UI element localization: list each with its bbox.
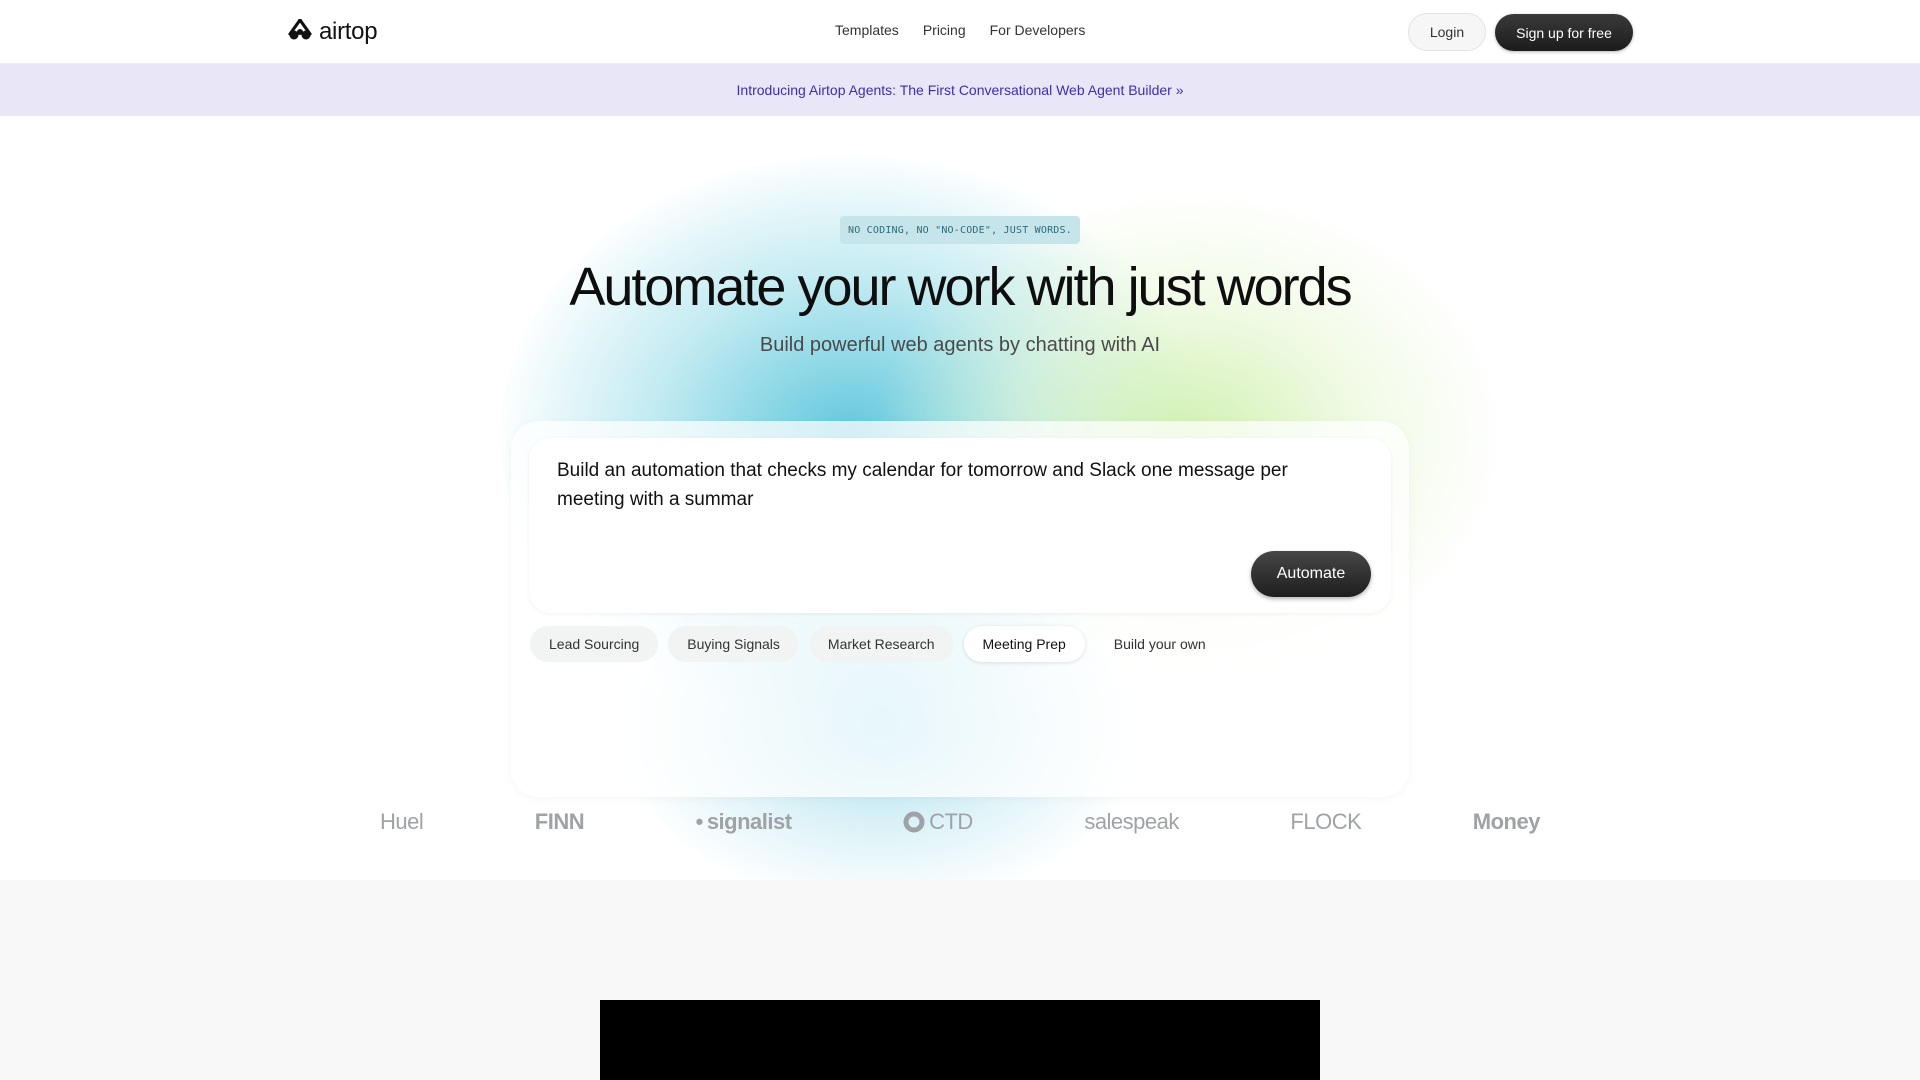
logo-flock: FLOCK <box>1290 809 1362 834</box>
logo-money: Money <box>1472 809 1541 834</box>
automate-button[interactable]: Automate <box>1251 551 1371 597</box>
hero-tagline-badge: NO CODING, NO "NO-CODE", JUST WORDS. <box>840 216 1080 244</box>
logo-salespeak: salespeak <box>1084 809 1179 834</box>
site-header: airtop Templates Pricing For Developers … <box>0 0 1920 64</box>
airtop-logo[interactable]: airtop <box>287 17 378 46</box>
logo-signalist-text: signalist <box>706 809 792 834</box>
logo-huel: Huel <box>380 809 424 834</box>
ctd-mark-icon <box>903 811 925 833</box>
logo-ctd: CTD <box>903 809 973 835</box>
logo-finn: FINN <box>534 809 585 834</box>
chip-lead-sourcing[interactable]: Lead Sourcing <box>530 626 659 662</box>
template-chips: Lead Sourcing Buying Signals Market Rese… <box>530 626 1225 662</box>
chip-buying-signals[interactable]: Buying Signals <box>668 626 799 662</box>
hero-headline: Automate your work with just words <box>569 257 1352 317</box>
demo-video[interactable] <box>600 1000 1320 1080</box>
signup-button[interactable]: Sign up for free <box>1495 14 1633 51</box>
hero-subheadline: Build powerful web agents by chatting wi… <box>759 334 1161 356</box>
announcement-banner: Introducing Airtop Agents: The First Con… <box>0 64 1920 116</box>
logo-signalist: • signalist <box>696 809 792 835</box>
login-button[interactable]: Login <box>1408 13 1486 51</box>
chip-market-research[interactable]: Market Research <box>808 626 954 662</box>
logo-text: airtop <box>319 18 378 45</box>
nav-link-templates[interactable]: Templates <box>835 22 899 38</box>
main-nav: Templates Pricing For Developers <box>835 22 1085 38</box>
nav-link-for-developers[interactable]: For Developers <box>990 22 1086 38</box>
logo-ctd-text: CTD <box>929 809 973 834</box>
signalist-dot-icon: • <box>695 809 704 834</box>
chip-build-your-own[interactable]: Build your own <box>1095 626 1225 662</box>
airtop-logo-icon <box>287 17 313 46</box>
prompt-input-text[interactable]: Build an automation that checks my calen… <box>557 456 1347 514</box>
nav-link-pricing[interactable]: Pricing <box>923 22 966 38</box>
chip-meeting-prep[interactable]: Meeting Prep <box>963 626 1085 662</box>
customer-logos: Huel FINN • signalist CTD salespeak FLOCK… <box>380 802 1540 842</box>
announcement-link[interactable]: Introducing Airtop Agents: The First Con… <box>737 82 1184 98</box>
